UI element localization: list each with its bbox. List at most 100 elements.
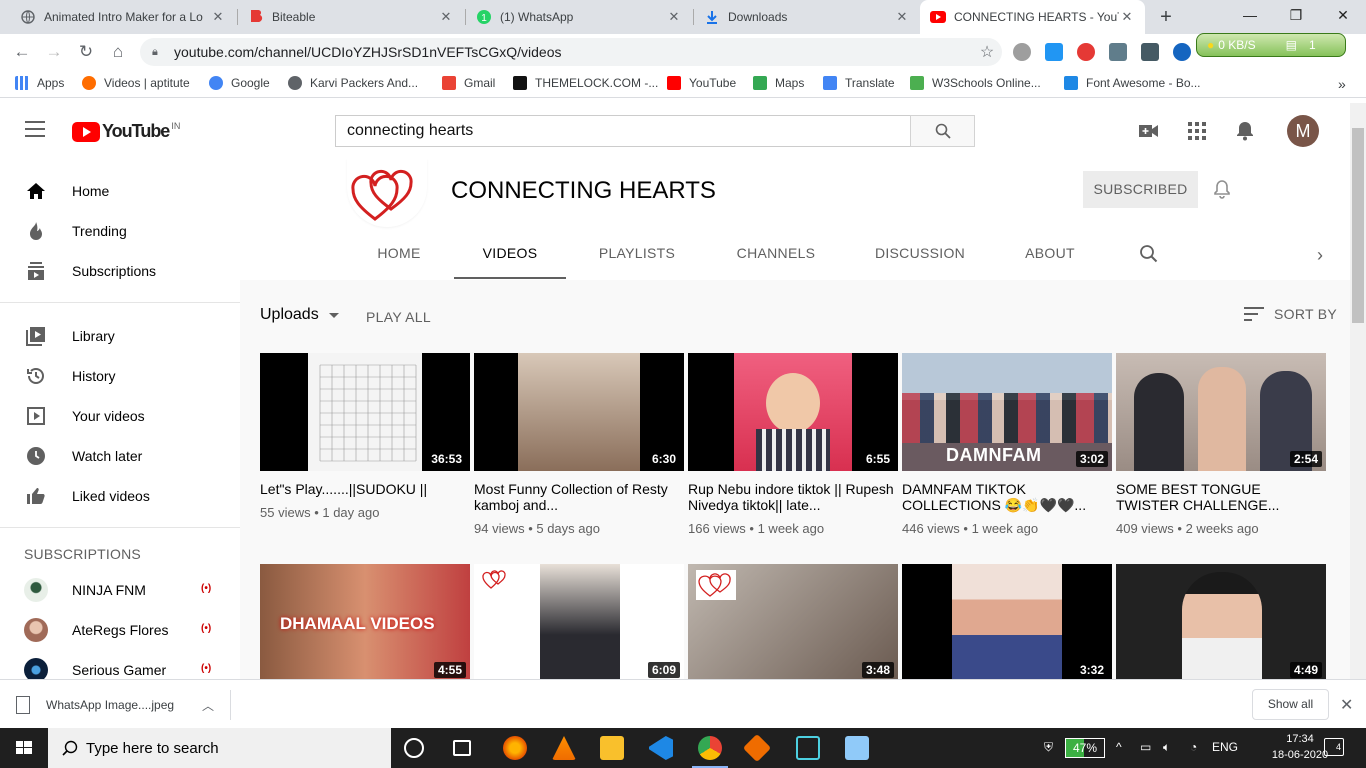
browser-tab[interactable]: 1 (1) WhatsApp ✕ [466,0,692,34]
scrollbar-thumb[interactable] [1352,128,1364,323]
restore-icon[interactable]: ❐ [1273,0,1319,30]
app-icon[interactable] [845,736,869,760]
video-thumbnail[interactable]: 6:09 [474,564,684,679]
video-thumbnail[interactable]: 36:53 [260,353,470,471]
extension-icon[interactable] [1045,43,1063,61]
tab-close-icon[interactable]: ✕ [210,9,226,25]
windows-start-icon[interactable] [0,728,48,768]
network-meter[interactable]: ● 0 KB/S ▤ 1 [1196,33,1346,57]
hamburger-menu-icon[interactable] [25,121,45,137]
tab-discussion[interactable]: DISCUSSION [864,245,976,279]
sidebar-item-liked-videos[interactable]: Liked videos [0,476,240,516]
close-icon[interactable]: ✕ [1340,695,1353,715]
battery-icon[interactable]: ▭ [1140,740,1151,754]
uploads-dropdown[interactable]: Uploads [260,306,339,324]
firefox-icon[interactable] [503,736,527,760]
create-video-icon[interactable] [1137,119,1161,143]
show-all-button[interactable]: Show all [1252,689,1329,720]
search-input[interactable]: connecting hearts [335,115,911,147]
extension-icon[interactable] [1077,43,1095,61]
tab-playlists[interactable]: PLAYLISTS [586,245,688,279]
video-card[interactable]: 2:54 SOME BEST TONGUE TWISTER CHALLENGE.… [1116,353,1326,536]
remote-desktop-icon[interactable] [796,736,820,760]
tab-home[interactable]: HOME [364,245,434,279]
video-card[interactable]: DAMNFAM 3:02 DAMNFAM TIKTOK COLLECTIONS … [902,353,1112,536]
bookmark-item[interactable]: Karvi Packers And... [288,76,418,90]
bookmark-apps[interactable]: Apps [15,76,64,90]
bookmark-item[interactable]: YouTube [667,76,736,90]
video-card[interactable]: 6:55 Rup Nebu indore tiktok || Rupesh Ni… [688,353,898,536]
video-thumbnail[interactable]: 2:54 [1116,353,1326,471]
download-item[interactable]: WhatsApp Image....jpeg ︿ [16,690,231,720]
tab-close-icon[interactable]: ✕ [894,9,910,25]
video-card[interactable]: 3:32 [902,564,1112,679]
bookmark-item[interactable]: THEMELOCK.COM -... [513,76,658,90]
bookmark-item[interactable]: Google [209,76,270,90]
xampp-icon[interactable] [742,733,772,763]
close-window-icon[interactable]: ✕ [1320,0,1366,30]
volume-icon[interactable]: 🔈︎ [1163,740,1170,755]
wifi-icon[interactable]: ◔ [1190,740,1197,754]
channel-logo[interactable] [347,159,427,227]
tab-about[interactable]: ABOUT [1014,245,1086,279]
extension-icon[interactable] [1173,43,1191,61]
minimize-icon[interactable]: — [1227,0,1273,30]
video-thumbnail[interactable]: DHAMAAL VIDEOS 4:55 [260,564,470,679]
sidebar-item-trending[interactable]: Trending [0,211,240,251]
taskbar-search-input[interactable]: Type here to search [48,728,391,768]
back-icon[interactable]: ← [10,40,34,64]
sidebar-item-your-videos[interactable]: Your videos [0,396,240,436]
vlc-icon[interactable] [552,736,576,760]
extension-icon[interactable] [1109,43,1127,61]
video-thumbnail[interactable]: 4:49 [1116,564,1326,679]
video-title[interactable]: Most Funny Collection of Resty kamboj an… [474,481,684,513]
play-all-button[interactable]: PLAY ALL [366,309,431,325]
video-card[interactable]: 36:53 Let"s Play.......||SUDOKU || 55 vi… [260,353,470,520]
tab-close-icon[interactable]: ✕ [438,9,454,25]
chevron-up-icon[interactable]: ︿ [202,697,214,714]
avatar[interactable]: M [1287,115,1319,147]
subscription-item[interactable]: Serious Gamer (•) [0,650,240,679]
sidebar-item-history[interactable]: History [0,356,240,396]
page-scrollbar[interactable] [1350,103,1366,679]
video-card[interactable]: 3:48 [688,564,898,679]
battery-indicator[interactable]: 47% [1065,738,1105,758]
extension-icon[interactable] [1141,43,1159,61]
task-view-icon[interactable] [453,740,471,756]
browser-tab[interactable]: Biteable ✕ [238,0,464,34]
video-title[interactable]: SOME BEST TONGUE TWISTER CHALLENGE... [1116,481,1326,513]
video-thumbnail[interactable]: 3:32 [902,564,1112,679]
video-card[interactable]: 6:30 Most Funny Collection of Resty kamb… [474,353,684,536]
video-thumbnail[interactable]: 3:48 [688,564,898,679]
new-tab-icon[interactable]: + [1154,5,1178,29]
sidebar-item-subscriptions[interactable]: Subscriptions [0,251,240,291]
address-bar[interactable]: 🔒︎ youtube.com/channel/UCDIoYZHJSrSD1nVE… [140,38,1002,66]
bookmark-item[interactable]: W3Schools Online... [910,76,1041,90]
channel-search-icon[interactable] [1140,245,1164,269]
tab-close-icon[interactable]: ✕ [666,9,682,25]
youtube-logo[interactable]: YouTube IN [72,121,180,142]
browser-tab[interactable]: Animated Intro Maker for a Lo ✕ [10,0,236,34]
video-card[interactable]: DHAMAAL VIDEOS 4:55 [260,564,470,679]
cortana-icon[interactable] [404,738,424,758]
video-thumbnail[interactable]: 6:55 [688,353,898,471]
video-title[interactable]: Rup Nebu indore tiktok || Rupesh Nivedya… [688,481,898,513]
browser-tab[interactable]: Downloads ✕ [694,0,920,34]
bookmarks-overflow-icon[interactable]: » [1338,76,1346,92]
bookmark-item[interactable]: Translate [823,76,895,90]
notification-bell-icon[interactable] [1210,179,1234,203]
video-card[interactable]: 6:09 [474,564,684,679]
bookmark-item[interactable]: Font Awesome - Bo... [1064,76,1201,90]
sidebar-item-home[interactable]: Home [0,171,240,211]
bookmark-star-icon[interactable]: ☆ [972,42,1002,62]
bookmark-item[interactable]: Gmail [442,76,495,90]
search-button[interactable] [910,115,975,147]
clock[interactable]: 17:34 18-06-2020 [1270,731,1330,763]
tab-channels[interactable]: CHANNELS [724,245,828,279]
bookmark-item[interactable]: Maps [753,76,804,90]
vscode-icon[interactable] [649,736,673,760]
notifications-bell-icon[interactable] [1233,119,1257,143]
sidebar-item-library[interactable]: Library [0,316,240,356]
shield-icon[interactable]: ⛨ [1044,740,1053,755]
tab-videos[interactable]: VIDEOS [454,245,566,279]
